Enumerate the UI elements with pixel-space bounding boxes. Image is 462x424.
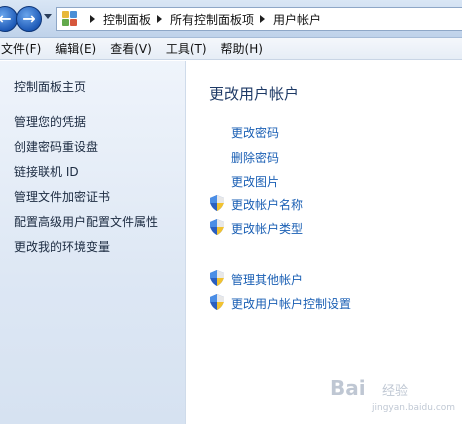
sidebar-item-credentials[interactable]: 管理您的凭据 <box>14 113 86 130</box>
chevron-right-icon[interactable] <box>90 15 95 23</box>
task-manage-other-accounts[interactable]: 管理其他帐户 <box>231 271 303 288</box>
watermark-url: jingyan.baidu.com <box>372 403 456 413</box>
sidebar-item-environment-variables[interactable]: 更改我的环境变量 <box>14 238 110 255</box>
task-change-account-type[interactable]: 更改帐户类型 <box>231 220 303 237</box>
address-bar: ← → 控制面板 所有控制面板项 用户帐户 <box>0 0 462 38</box>
page-title: 更改用户帐户 <box>209 85 300 103</box>
watermark-brand: Bai <box>330 376 366 400</box>
task-change-password[interactable]: 更改密码 <box>231 124 279 141</box>
recent-pages-dropdown-icon[interactable] <box>44 14 52 19</box>
sidebar-item-home[interactable]: 控制面板主页 <box>14 78 86 95</box>
baidu-watermark: Bai 经验 jingyan.baidu.com <box>330 370 460 420</box>
menu-file[interactable]: 文件(F) <box>0 40 48 57</box>
uac-shield-icon <box>210 294 224 310</box>
breadcrumb[interactable]: 控制面板 所有控制面板项 用户帐户 <box>56 7 462 31</box>
watermark-suffix: 经验 <box>382 384 409 399</box>
breadcrumb-item[interactable]: 所有控制面板项 <box>170 11 254 28</box>
task-change-picture[interactable]: 更改图片 <box>231 173 279 190</box>
control-panel-window: ← → 控制面板 所有控制面板项 用户帐户 文件(F) 编辑(E) 查看(V) … <box>0 0 462 424</box>
sidebar-item-link-online-id[interactable]: 链接联机 ID <box>14 163 79 180</box>
breadcrumb-item[interactable]: 用户帐户 <box>273 11 321 28</box>
task-change-account-name[interactable]: 更改帐户名称 <box>231 196 303 213</box>
menu-tools[interactable]: 工具(T) <box>159 40 214 57</box>
breadcrumb-item[interactable]: 控制面板 <box>103 11 151 28</box>
sidebar-item-profile-properties[interactable]: 配置高级用户配置文件属性 <box>14 213 158 230</box>
uac-shield-icon <box>210 195 224 211</box>
forward-button[interactable]: → <box>16 6 42 32</box>
sidebar-item-password-reset-disk[interactable]: 创建密码重设盘 <box>14 138 98 155</box>
uac-shield-icon <box>210 270 224 286</box>
chevron-right-icon[interactable] <box>157 15 163 23</box>
task-uac-settings[interactable]: 更改用户帐户控制设置 <box>231 295 351 312</box>
sidebar-item-encryption-certs[interactable]: 管理文件加密证书 <box>14 188 110 205</box>
menu-help[interactable]: 帮助(H) <box>214 40 270 57</box>
chevron-right-icon[interactable] <box>260 15 266 23</box>
task-remove-password[interactable]: 删除密码 <box>231 149 279 166</box>
menu-view[interactable]: 查看(V) <box>103 40 159 57</box>
uac-shield-icon <box>210 219 224 235</box>
control-panel-icon <box>62 11 78 27</box>
menu-edit[interactable]: 编辑(E) <box>48 40 103 57</box>
sidebar: 控制面板主页 管理您的凭据 创建密码重设盘 链接联机 ID 管理文件加密证书 配… <box>0 61 186 424</box>
menu-bar: 文件(F) 编辑(E) 查看(V) 工具(T) 帮助(H) <box>0 38 462 60</box>
